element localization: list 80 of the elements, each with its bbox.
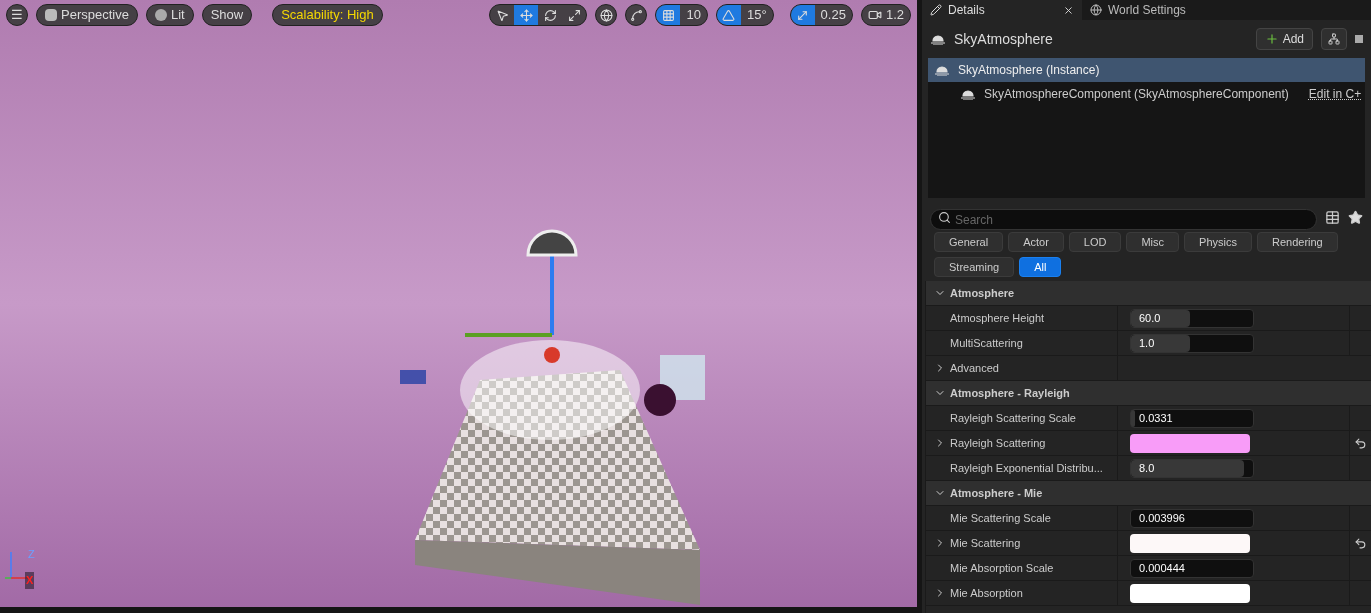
property-label: Mie Scattering Scale <box>950 510 1051 526</box>
filter-chip[interactable]: Streaming <box>934 257 1015 277</box>
scalability-button[interactable]: Scalability: High <box>272 4 383 26</box>
menu-button[interactable]: ☰ <box>6 4 28 26</box>
property-label: Rayleigh Exponential Distribu... <box>950 460 1103 476</box>
show-button[interactable]: Show <box>201 4 253 26</box>
move-tool-button[interactable] <box>514 5 539 25</box>
blueprint-button[interactable] <box>1321 28 1347 50</box>
pencil-icon <box>930 4 942 16</box>
edit-link[interactable]: Edit in C+ <box>1308 85 1362 103</box>
sky-sun-icon <box>930 33 946 45</box>
reset-icon[interactable] <box>1354 536 1367 550</box>
color-swatch[interactable] <box>1130 533 1250 553</box>
component-tree-item[interactable]: SkyAtmosphere (Instance) <box>928 58 1365 82</box>
property-label: Mie Absorption Scale <box>950 560 1054 576</box>
filter-chip[interactable]: Actor <box>1008 232 1064 252</box>
filter-chip[interactable]: LOD <box>1068 232 1122 252</box>
scale-icon <box>567 8 581 22</box>
globe-icon <box>1090 4 1102 16</box>
category-title: Atmosphere - Rayleigh <box>950 385 1070 401</box>
view-mode-button[interactable]: Perspective <box>36 4 138 26</box>
number-field[interactable]: 0.000444 <box>1130 558 1254 578</box>
globe-icon <box>599 8 613 22</box>
number-field[interactable]: 0.0331 <box>1130 408 1254 428</box>
sky-sun-icon <box>960 88 976 100</box>
reset-icon[interactable] <box>1354 436 1367 450</box>
category-header[interactable]: Atmosphere - Rayleigh <box>926 381 1371 406</box>
number-field[interactable]: 60.0 <box>1130 308 1254 328</box>
favorite-star-icon[interactable] <box>1348 209 1363 225</box>
camera-speed-button[interactable]: 1.2 <box>860 4 911 26</box>
rotate-icon <box>543 8 557 22</box>
search-icon <box>938 210 951 224</box>
move-icon <box>519 8 533 22</box>
scale-snap-icon <box>796 8 810 22</box>
select-icon <box>495 8 509 22</box>
color-swatch[interactable] <box>1130 583 1250 603</box>
axis-label: Z <box>28 547 35 562</box>
property-label: Rayleigh Scattering Scale <box>950 410 1076 426</box>
number-field[interactable]: 1.0 <box>1130 333 1254 353</box>
close-icon[interactable] <box>1063 4 1074 16</box>
scale-snap-toggle[interactable] <box>790 5 815 25</box>
plus-icon <box>1264 32 1279 46</box>
axis-label: X <box>25 572 35 589</box>
grid-snap-toggle[interactable] <box>656 5 681 25</box>
panel-tab[interactable]: World Settings <box>1082 0 1194 20</box>
camera-icon <box>867 8 882 22</box>
color-swatch[interactable] <box>1130 433 1250 453</box>
category-title: Atmosphere <box>950 285 1015 301</box>
angle-snap-toggle[interactable] <box>716 5 741 25</box>
curve-icon <box>629 8 643 22</box>
angle-snap-icon <box>722 8 736 22</box>
filter-chip[interactable]: Physics <box>1184 232 1252 252</box>
filter-chip[interactable]: General <box>934 232 1004 252</box>
surface-snap-button[interactable] <box>625 4 648 26</box>
add-button[interactable]: Add <box>1255 28 1313 50</box>
panel-tab[interactable]: Details <box>922 0 1082 20</box>
property-label: Atmosphere Height <box>950 310 1045 326</box>
globe-button[interactable] <box>595 4 618 26</box>
filter-chip[interactable]: Rendering <box>1256 232 1338 252</box>
table-view-icon[interactable] <box>1325 209 1340 225</box>
hierarchy-icon <box>1328 33 1340 45</box>
component-tree-item[interactable]: SkyAtmosphereComponent (SkyAtmosphereComponent) Edit in C+ <box>928 82 1365 106</box>
number-field[interactable]: 8.0 <box>1130 458 1254 478</box>
category-header[interactable]: Atmosphere - Mie <box>926 481 1371 506</box>
viewport-scene[interactable]: Z X ☰ Perspective Lit Show Scalability: High 10 15° 0.25 1.2 <box>0 0 917 607</box>
category-title: Atmosphere - Mie <box>950 485 1043 501</box>
category-header[interactable]: Atmosphere <box>926 281 1371 306</box>
number-field[interactable]: 0.003996 <box>1130 508 1254 528</box>
filter-chip[interactable]: All <box>1019 257 1062 277</box>
property-label: Rayleigh Scattering <box>950 435 1046 451</box>
actor-name: SkyAtmosphere <box>954 29 1053 49</box>
lighting-button[interactable]: Lit <box>145 4 194 26</box>
sky-sun-icon <box>934 64 950 76</box>
property-label: MultiScattering <box>950 335 1023 351</box>
filter-chip[interactable]: Misc <box>1126 232 1180 252</box>
property-label: Mie Absorption <box>950 585 1023 601</box>
grid-snap-icon <box>661 8 675 22</box>
property-label: Advanced <box>950 360 999 376</box>
property-label: Mie Scattering <box>950 535 1021 551</box>
search-field[interactable]: Search <box>930 209 1317 230</box>
